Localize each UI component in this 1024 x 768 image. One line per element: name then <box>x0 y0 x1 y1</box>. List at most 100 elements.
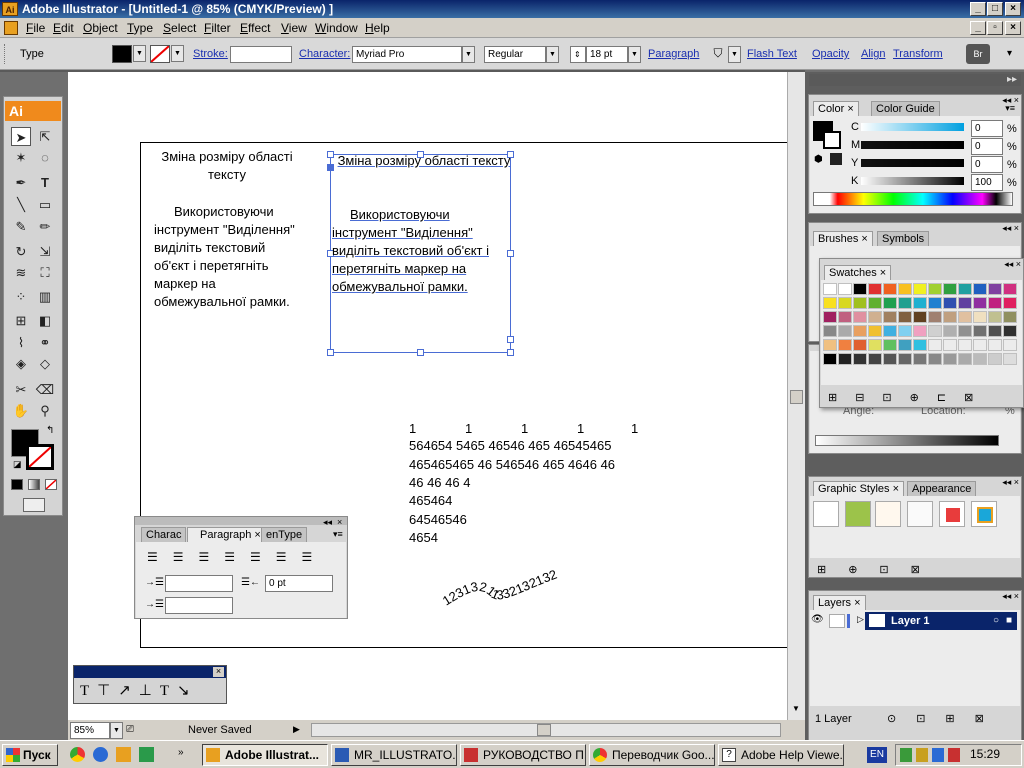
paragraph-link[interactable]: Paragraph <box>648 48 699 60</box>
tray-icon-4[interactable] <box>948 748 960 762</box>
tab-appearance[interactable]: Appearance <box>907 481 977 496</box>
swatches-close-icon[interactable]: ◂◂ × <box>1004 259 1021 270</box>
swatch[interactable] <box>823 283 837 295</box>
out-of-gamut-swatch[interactable] <box>830 153 842 165</box>
swatch[interactable] <box>943 311 957 323</box>
layers-actions-icons[interactable]: ⊙⊡⊞⊠ <box>887 712 1004 725</box>
panel-collapse-icon[interactable]: ◂◂ <box>323 517 332 528</box>
zoom-field[interactable]: 85% <box>70 722 110 739</box>
swatch[interactable] <box>898 339 912 351</box>
swatch[interactable] <box>898 283 912 295</box>
number-row-4[interactable]: 465464 <box>409 492 452 510</box>
swatch[interactable] <box>1003 339 1017 351</box>
pencil-icon[interactable]: ✏ <box>35 217 55 236</box>
swatch[interactable] <box>958 297 972 309</box>
panel-menu-icon[interactable]: ▾≡ <box>333 529 343 540</box>
dock-expand-icon[interactable]: ▸▸ <box>1007 74 1017 85</box>
swatch[interactable] <box>853 325 867 337</box>
number-row-6[interactable]: 4654 <box>409 529 438 547</box>
hand-tool-icon[interactable]: ✋ <box>11 401 31 420</box>
swatch[interactable] <box>928 297 942 309</box>
number-row-2[interactable]: 465465465 46 546546 465 4646 46 <box>409 456 615 474</box>
style-soft[interactable] <box>875 501 901 527</box>
slider-y[interactable] <box>861 159 964 167</box>
character-link[interactable]: Character: <box>299 48 350 60</box>
swatch[interactable] <box>868 283 882 295</box>
target-icon[interactable]: ○ <box>993 612 999 630</box>
swatch[interactable] <box>988 325 1002 337</box>
swatch[interactable] <box>1003 283 1017 295</box>
tray-icon-1[interactable] <box>900 748 912 762</box>
swatch[interactable] <box>913 353 927 365</box>
menu-view[interactable]: View <box>281 21 307 35</box>
menu-effect[interactable]: Effect <box>240 21 270 35</box>
tray-icon-3[interactable] <box>932 748 944 762</box>
number-row-1[interactable]: 564654 5465 46546 465 46545465 <box>409 437 611 455</box>
swatch[interactable] <box>823 325 837 337</box>
horizontal-scrollbar[interactable] <box>311 723 781 737</box>
swatch[interactable] <box>943 297 957 309</box>
stroke-link[interactable]: Stroke: <box>193 48 228 60</box>
swatch[interactable] <box>913 283 927 295</box>
pen-tool-icon[interactable]: ✒ <box>11 173 31 192</box>
swatch[interactable] <box>958 311 972 323</box>
swatch-actions-icons[interactable]: ⊞⊟⊡⊕⊏⊠ <box>828 391 991 404</box>
scroll-down-icon[interactable]: ▼ <box>792 704 800 713</box>
symbol-sprayer-icon[interactable]: ⁘ <box>11 287 31 306</box>
swatch[interactable] <box>913 339 927 351</box>
swatch[interactable] <box>868 297 882 309</box>
minimize-button[interactable]: _ <box>970 2 986 16</box>
stroke-color-box[interactable] <box>26 444 54 470</box>
right-indent-field[interactable]: 0 pt <box>265 575 333 592</box>
value-k[interactable]: 100 <box>971 174 1003 191</box>
scissors-icon[interactable]: ✂ <box>11 380 31 399</box>
swatch[interactable] <box>988 353 1002 365</box>
panel-close-icon[interactable]: × <box>337 517 342 527</box>
brushes-panel-close-icon[interactable]: ◂◂ × <box>1002 223 1019 234</box>
font-size-dropdown[interactable]: ▼ <box>628 46 641 63</box>
menu-edit[interactable]: Edit <box>53 21 74 35</box>
font-size-stepper[interactable]: ⇕ <box>570 46 586 63</box>
type-tools-icons[interactable]: T⊤↗⊥T↘ <box>80 681 198 700</box>
layer-row[interactable]: Layer 1 ○ ■ <box>865 612 1017 630</box>
text-on-path[interactable]: 12313211332132132 <box>438 562 578 612</box>
control-menu-icon[interactable]: ▾ <box>1007 48 1012 59</box>
color-stroke-box[interactable] <box>823 131 841 149</box>
swatch[interactable] <box>883 339 897 351</box>
style-blue[interactable] <box>971 501 997 527</box>
swatch[interactable] <box>973 339 987 351</box>
envelope-dropdown[interactable]: ▼ <box>728 46 741 63</box>
number-1-c[interactable]: 1 <box>521 420 528 438</box>
style-red[interactable] <box>939 501 965 527</box>
value-m[interactable]: 0 <box>971 138 1003 155</box>
taskbar-item-help[interactable]: ? Adobe Help Viewe... <box>718 744 844 766</box>
menu-window[interactable]: Window <box>315 21 358 35</box>
alignment-buttons[interactable]: ☰☰☰☰☰☰☰ <box>147 550 327 564</box>
number-row-3[interactable]: 46 46 46 4 <box>409 474 470 492</box>
swatch[interactable] <box>898 297 912 309</box>
swatch[interactable] <box>868 325 882 337</box>
swatch[interactable] <box>988 339 1002 351</box>
value-y[interactable]: 0 <box>971 156 1003 173</box>
swatch[interactable] <box>838 297 852 309</box>
direct-selection-tool-icon[interactable]: ⇱ <box>35 127 55 146</box>
swatch[interactable] <box>988 311 1002 323</box>
eraser-icon[interactable]: ⌫ <box>35 380 55 399</box>
tab-swatches[interactable]: Swatches × <box>824 265 892 280</box>
column-graph-icon[interactable]: ▥ <box>35 287 55 306</box>
tab-symbols[interactable]: Symbols <box>877 231 930 246</box>
tab-paragraph[interactable]: Paragraph × <box>187 527 266 542</box>
swatch[interactable] <box>973 311 987 323</box>
swatch[interactable] <box>883 325 897 337</box>
rectangle-tool-icon[interactable]: ▭ <box>35 195 55 214</box>
taskbar-item-pdf[interactable]: РУКОВОДСТВО П... <box>460 744 586 766</box>
selection-indicator-icon[interactable]: ■ <box>1006 612 1012 630</box>
swatch[interactable] <box>838 325 852 337</box>
zoom-tool-icon[interactable]: ⚲ <box>35 401 55 420</box>
font-family-field[interactable]: Myriad Pro <box>352 46 462 63</box>
type-tools-titlebar[interactable] <box>74 666 226 678</box>
swatch[interactable] <box>958 353 972 365</box>
gradient-ramp[interactable] <box>815 435 999 446</box>
live-paint-selection-icon[interactable]: ◇ <box>35 354 55 373</box>
quicklaunch-more-icon[interactable]: » <box>178 747 184 758</box>
